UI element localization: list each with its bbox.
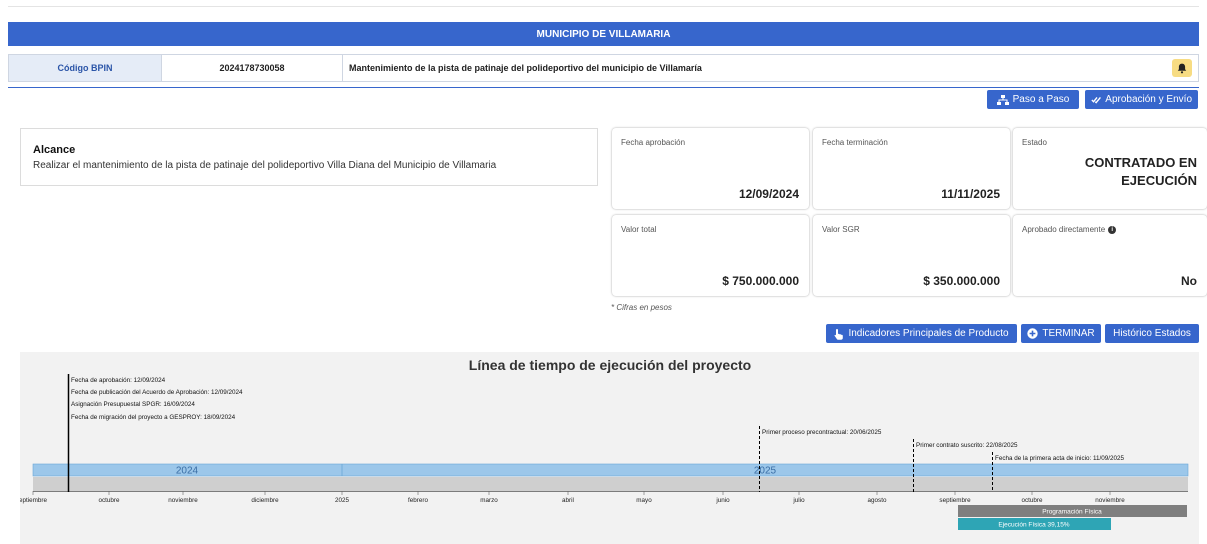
section-divider	[8, 87, 1199, 88]
fecha-terminacion-value: 11/11/2025	[941, 187, 1000, 201]
top-divider	[8, 6, 1199, 7]
bpin-code: 2024178730058	[162, 55, 343, 81]
aprobado-directamente-value: No	[1181, 274, 1197, 288]
year-2025-label: 2025	[754, 466, 777, 477]
valor-sgr-value: $ 350.000.000	[923, 274, 1000, 288]
paso-a-paso-button[interactable]: Paso a Paso	[987, 90, 1079, 109]
month-label: febrero	[408, 497, 428, 504]
estado-line1: CONTRATADO EN	[1084, 155, 1197, 170]
timeline-panel: Línea de tiempo de ejecución del proyect…	[20, 352, 1199, 544]
month-label: mayo	[636, 497, 652, 504]
month-label: marzo	[480, 497, 498, 504]
bell-icon	[1177, 63, 1187, 73]
bpin-label: Código BPIN	[9, 55, 162, 81]
card-valor-total: Valor total $ 750.000.000	[612, 215, 809, 296]
valor-total-label: Valor total	[621, 225, 657, 234]
year-2024-label: 2024	[176, 466, 199, 477]
indicadores-label: Indicadores Principales de Producto	[848, 328, 1009, 339]
month-label: noviembre	[1095, 497, 1125, 504]
bpin-row: Código BPIN 2024178730058 Mantenimiento …	[8, 54, 1199, 82]
month-label: agosto	[868, 497, 887, 504]
month-label: septiembre	[939, 497, 971, 504]
month-label: abril	[562, 497, 574, 504]
month-band	[33, 477, 1188, 491]
alcance-text: Realizar el mantenimiento de la pista de…	[33, 160, 497, 171]
alcance-panel: Alcance Realizar el mantenimiento de la …	[20, 128, 598, 186]
info-icon[interactable]: i	[1108, 225, 1117, 234]
timeline-chart: Línea de tiempo de ejecución del proyect…	[20, 357, 1189, 530]
event-acta: Fecha de la primera acta de inicio: 11/0…	[995, 455, 1125, 462]
event-aprobacion: Fecha de aprobación: 12/09/2024	[71, 377, 166, 384]
fecha-aprobacion-value: 12/09/2024	[738, 187, 799, 201]
event-contrato: Primer contrato suscrito: 22/08/2025	[916, 442, 1018, 449]
hand-pointer-icon	[834, 328, 844, 340]
indicadores-button[interactable]: Indicadores Principales de Producto	[826, 324, 1017, 343]
card-estado: Estado CONTRATADO EN EJECUCIÓN	[1013, 128, 1207, 209]
valor-sgr-label: Valor SGR	[822, 225, 860, 234]
event-precontractual: Primer proceso precontractual: 20/06/202…	[762, 429, 882, 436]
municipality-title: MUNICIPIO DE VILLAMARIA	[536, 28, 671, 40]
historico-estados-label: Histórico Estados	[1113, 328, 1191, 339]
programacion-fisica-label: Programación Física	[1042, 509, 1102, 516]
timeline-title: Línea de tiempo de ejecución del proyect…	[469, 357, 751, 373]
plus-circle-icon	[1027, 328, 1039, 339]
ejecucion-fisica-label: Ejecución Física 39,15%	[998, 522, 1069, 529]
card-valor-sgr: Valor SGR $ 350.000.000	[813, 215, 1010, 296]
event-publicacion: Fecha de publicación del Acuerdo de Apro…	[71, 389, 243, 396]
month-label: noviembre	[168, 497, 198, 504]
estado-line2: EJECUCIÓN	[1121, 173, 1197, 188]
year-band	[32, 463, 1189, 477]
aprobacion-envio-button[interactable]: Aprobación y Envío	[1085, 90, 1198, 109]
cifras-note: * Cifras en pesos	[611, 303, 672, 312]
month-label: diciembre	[251, 497, 279, 504]
municipality-header: MUNICIPIO DE VILLAMARIA	[8, 22, 1199, 46]
aprobado-directamente-label-wrap: Aprobado directamente i	[1022, 225, 1117, 234]
event-migracion: Fecha de migración del proyecto a GESPRO…	[71, 414, 236, 421]
month-label: octubre	[1021, 497, 1043, 504]
alcance-title: Alcance	[33, 144, 76, 156]
card-fecha-terminacion: Fecha terminación 11/11/2025	[813, 128, 1010, 209]
month-label: 2025	[335, 497, 350, 504]
month-label: julio	[792, 497, 805, 504]
project-description: Mantenimiento de la pista de patinaje de…	[349, 63, 702, 73]
card-fecha-aprobacion: Fecha aprobación 12/09/2024	[612, 128, 809, 209]
check-double-icon	[1091, 96, 1101, 104]
historico-estados-button[interactable]: Histórico Estados	[1105, 324, 1199, 343]
terminar-label: TERMINAR	[1042, 328, 1095, 339]
notifications-button[interactable]	[1172, 59, 1192, 77]
estado-value: CONTRATADO EN EJECUCIÓN	[1027, 154, 1197, 190]
paso-a-paso-label: Paso a Paso	[1012, 94, 1070, 105]
fecha-terminacion-label: Fecha terminación	[822, 138, 888, 147]
sitemap-icon	[996, 94, 1009, 105]
fecha-aprobacion-label: Fecha aprobación	[621, 138, 686, 147]
card-aprobado-directamente: Aprobado directamente i No	[1013, 215, 1207, 296]
month-label: octubre	[98, 497, 120, 504]
estado-label: Estado	[1022, 138, 1047, 147]
valor-total-value: $ 750.000.000	[722, 274, 799, 288]
terminar-button[interactable]: TERMINAR	[1021, 324, 1101, 343]
month-label: junio	[715, 497, 730, 504]
aprobado-directamente-label: Aprobado directamente	[1022, 225, 1106, 234]
aprobacion-envio-label: Aprobación y Envío	[1105, 94, 1192, 105]
event-asignacion: Asignación Presupuestal SPGR: 16/09/2024	[71, 401, 195, 408]
month-label: eptiembre	[20, 497, 47, 504]
